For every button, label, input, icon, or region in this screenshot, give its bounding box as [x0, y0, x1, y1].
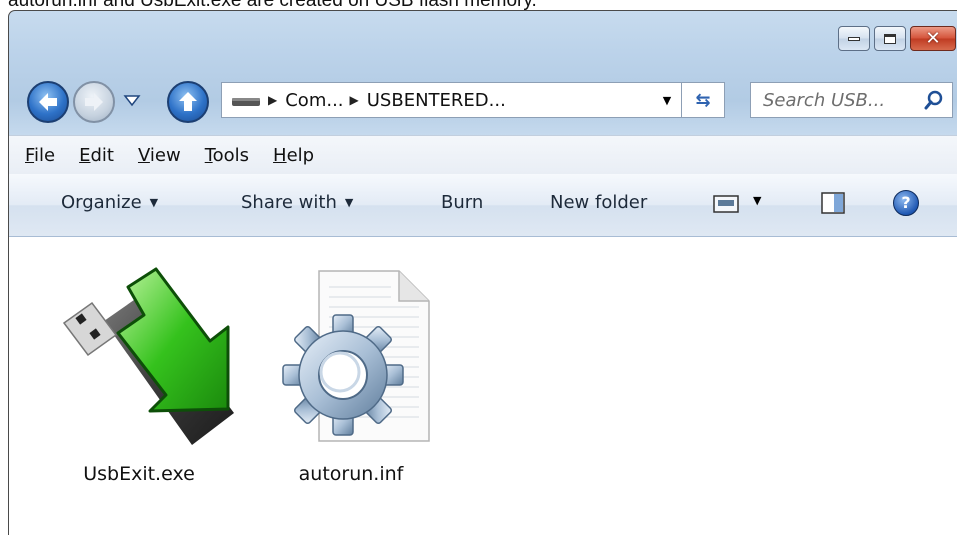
maximize-icon [884, 33, 896, 44]
close-icon: ✕ [925, 28, 941, 49]
breadcrumb-arrow-icon: ▶ [268, 93, 278, 107]
refresh-icon: ⇆ [695, 89, 711, 111]
search-icon[interactable] [924, 90, 944, 110]
up-button[interactable] [167, 81, 209, 123]
breadcrumb-item-computer[interactable]: Com... [285, 90, 343, 111]
menu-file[interactable]: File [25, 145, 55, 166]
drive-icon [232, 98, 260, 106]
help-icon[interactable]: ? [893, 190, 919, 216]
forward-arrow-icon [85, 93, 103, 111]
recent-pages-dropdown-icon[interactable] [121, 89, 143, 111]
burn-button[interactable]: Burn [441, 192, 483, 213]
chevron-down-icon: ▼ [149, 196, 159, 209]
close-button[interactable]: ✕ [910, 26, 956, 51]
menu-bar: File Edit View Tools Help [9, 135, 957, 175]
chevron-down-icon: ▼ [344, 196, 354, 209]
file-name-autorun: autorun.inf [298, 463, 404, 485]
share-with-button[interactable]: Share with ▼ [241, 192, 353, 213]
forward-button[interactable] [73, 81, 115, 123]
refresh-button[interactable]: ⇆ [681, 83, 724, 117]
maximize-button[interactable] [874, 26, 906, 51]
menu-view[interactable]: View [138, 145, 181, 166]
usb-drive-arrow-icon [62, 267, 234, 445]
file-item-usbexit[interactable]: UsbExit.exe [39, 263, 239, 493]
organize-button[interactable]: Organize ▼ [61, 192, 158, 213]
navigation-bar: ▶ Com... ▶ USBENTERED... ▼ ⇆ Search USB.… [9, 78, 957, 126]
new-folder-button[interactable]: New folder [550, 192, 647, 213]
menu-help[interactable]: Help [273, 145, 314, 166]
back-arrow-icon [39, 93, 57, 111]
address-bar[interactable]: ▶ Com... ▶ USBENTERED... ▼ ⇆ [221, 82, 725, 118]
menu-edit[interactable]: Edit [79, 145, 114, 166]
breadcrumb-item-usb[interactable]: USBENTERED... [367, 90, 506, 111]
file-list: UsbExit.exe autorun.inf [9, 237, 957, 535]
settings-file-icon [282, 270, 430, 442]
back-button[interactable] [27, 81, 69, 123]
address-dropdown-icon[interactable]: ▼ [654, 87, 680, 113]
window-controls: ✕ [834, 26, 956, 51]
change-view-icon[interactable] [713, 195, 739, 213]
file-item-autorun[interactable]: autorun.inf [271, 263, 431, 493]
minimize-icon [848, 36, 860, 41]
menu-tools[interactable]: Tools [205, 145, 249, 166]
search-placeholder: Search USB... [763, 89, 886, 111]
explorer-window: ✕ ▶ Com... ▶ USBENTERED... ▼ ⇆ Search US… [8, 10, 957, 535]
file-name-usbexit: UsbExit.exe [83, 463, 195, 485]
command-bar: Organize ▼ Share with ▼ Burn New folder ▼ … [9, 174, 957, 237]
minimize-button[interactable] [838, 26, 870, 51]
breadcrumb-arrow-icon: ▶ [349, 93, 359, 107]
up-arrow-icon [179, 92, 197, 111]
search-input[interactable]: Search USB... [750, 82, 953, 118]
view-options-dropdown-icon[interactable]: ▼ [753, 194, 761, 207]
preview-pane-icon[interactable] [821, 192, 845, 214]
